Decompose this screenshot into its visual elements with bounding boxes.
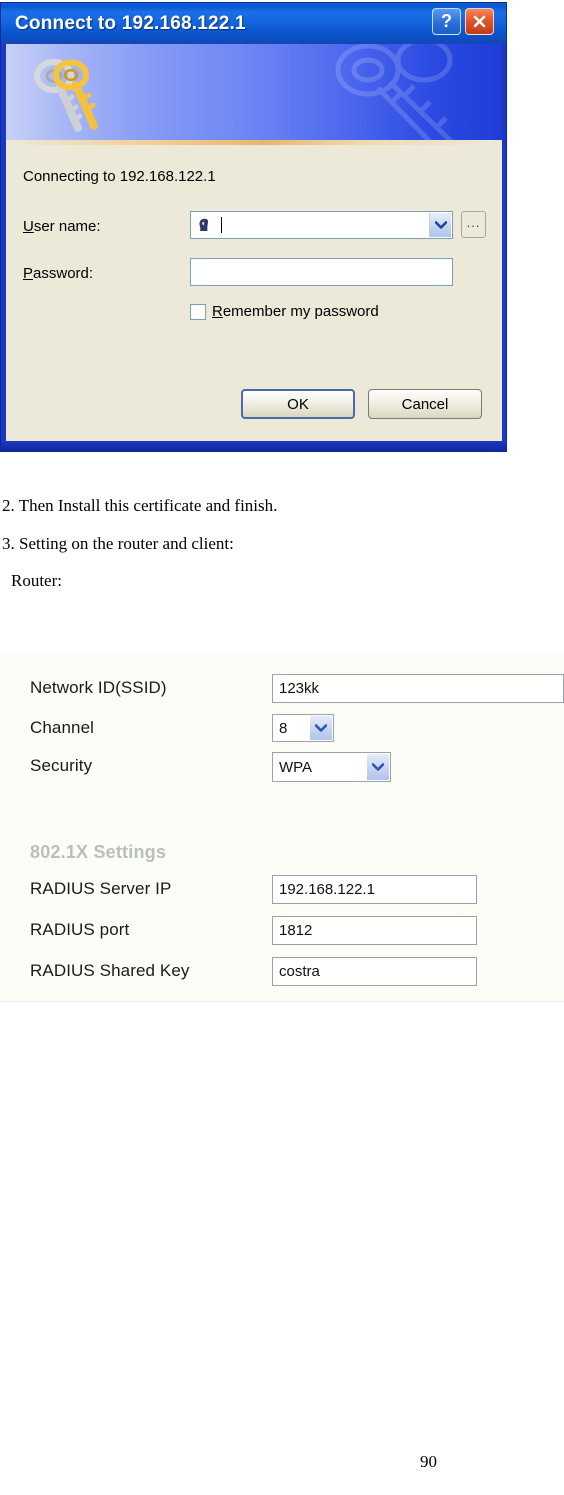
dialog-buttons: OK Cancel xyxy=(241,389,482,419)
chevron-down-icon[interactable] xyxy=(429,213,451,237)
chevron-down-icon[interactable] xyxy=(310,716,332,740)
row-radius-server-ip: RADIUS Server IP 192.168.122.1 xyxy=(0,875,564,905)
doc-router-subheading: Router: xyxy=(11,571,62,590)
password-input[interactable] xyxy=(190,258,453,286)
username-input[interactable] xyxy=(190,211,453,239)
doc-step-3: 3. Setting on the router and client: xyxy=(2,534,234,553)
label-radius-shared-key: RADIUS Shared Key xyxy=(30,961,190,980)
chevron-down-icon[interactable] xyxy=(367,754,389,780)
label-radius-port: RADIUS port xyxy=(30,920,130,939)
select-channel[interactable]: 8 xyxy=(272,714,334,742)
label-security: Security xyxy=(30,756,93,775)
input-radius-shared-key[interactable]: costra xyxy=(272,957,477,986)
keys-watermark-icon xyxy=(308,44,502,140)
cancel-button[interactable]: Cancel xyxy=(368,389,482,419)
password-label: Password: xyxy=(23,265,94,282)
input-radius-port[interactable]: 1812 xyxy=(272,916,477,945)
remember-password-row[interactable]: Remember my password xyxy=(190,303,379,320)
titlebar-buttons: ? xyxy=(432,8,494,35)
help-glyph: ? xyxy=(441,11,452,31)
browse-button[interactable]: ... xyxy=(461,211,486,238)
close-icon[interactable] xyxy=(465,8,494,35)
user-head-icon xyxy=(195,217,212,234)
row-security: Security WPA xyxy=(0,752,564,782)
row-radius-port: RADIUS port 1812 xyxy=(0,916,564,946)
remember-password-checkbox[interactable] xyxy=(190,303,206,320)
dialog-banner xyxy=(6,44,502,140)
connect-credentials-dialog: Connect to 192.168.122.1 ? Connecting to… xyxy=(0,2,507,452)
select-security-value: WPA xyxy=(279,758,313,776)
help-icon[interactable]: ? xyxy=(432,8,461,35)
text-caret xyxy=(221,217,222,233)
router-settings-panel: Network ID(SSID) 123kk Channel 8 Securit… xyxy=(0,654,564,1002)
keys-icon xyxy=(24,56,110,139)
page-number: 90 xyxy=(420,1452,437,1471)
remember-password-label: Remember my password xyxy=(212,303,379,320)
username-label: User name: xyxy=(23,218,101,235)
row-network-id: Network ID(SSID) 123kk xyxy=(0,674,564,704)
section-heading-8021x: 802.1X Settings xyxy=(30,842,167,862)
label-channel: Channel xyxy=(30,718,95,737)
ok-button[interactable]: OK xyxy=(241,389,355,419)
select-security[interactable]: WPA xyxy=(272,752,391,782)
label-radius-server-ip: RADIUS Server IP xyxy=(30,879,172,898)
label-network-id: Network ID(SSID) xyxy=(30,678,167,697)
doc-step-2: 2. Then Install this certificate and fin… xyxy=(2,496,278,515)
input-network-id[interactable]: 123kk xyxy=(272,674,564,703)
row-channel: Channel 8 xyxy=(0,714,564,744)
connecting-text: Connecting to 192.168.122.1 xyxy=(23,168,216,185)
select-channel-value: 8 xyxy=(279,719,288,737)
input-radius-server-ip[interactable]: 192.168.122.1 xyxy=(272,875,477,904)
dialog-body: Connecting to 192.168.122.1 User name: .… xyxy=(6,145,502,441)
dialog-titlebar[interactable]: Connect to 192.168.122.1 ? xyxy=(1,3,506,44)
dialog-title: Connect to 192.168.122.1 xyxy=(15,12,246,34)
row-radius-shared-key: RADIUS Shared Key costra xyxy=(0,957,564,987)
dialog-frame-bottom xyxy=(1,441,506,451)
